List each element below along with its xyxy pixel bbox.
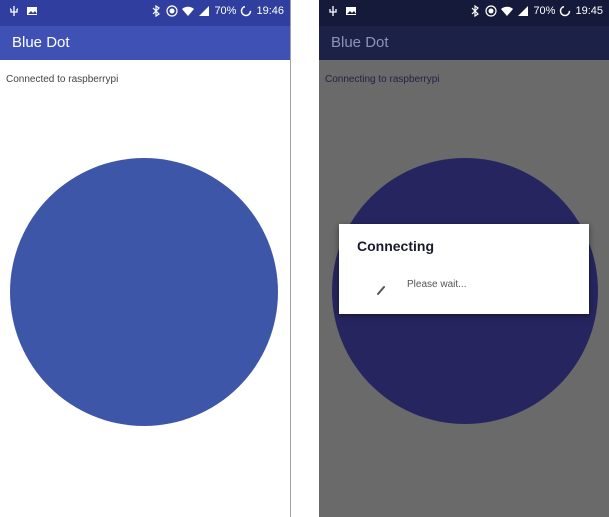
progress-spinner-icon <box>377 286 385 295</box>
battery-charging-icon <box>560 5 571 17</box>
app-title: Blue Dot <box>12 34 70 51</box>
app-title: Blue Dot <box>331 34 389 51</box>
clock: 19:45 <box>575 5 603 17</box>
status-bar: 70% 19:45 <box>319 0 609 26</box>
connection-status: Connecting to raspberrypi <box>325 74 440 85</box>
battery-charging-icon <box>241 5 252 17</box>
app-bar: Blue Dot <box>0 26 290 60</box>
bluetooth-icon <box>472 5 480 17</box>
signal-icon <box>199 6 210 16</box>
battery-percent: 70% <box>214 5 237 17</box>
image-icon <box>27 7 37 15</box>
app-bar: Blue Dot <box>319 26 609 60</box>
blue-dot-button[interactable] <box>10 158 278 426</box>
usb-icon <box>329 6 337 16</box>
status-bar: 70% 19:46 <box>0 0 290 26</box>
record-icon <box>166 5 179 17</box>
dialog-title: Connecting <box>357 238 434 254</box>
wifi-icon <box>182 6 195 16</box>
record-icon <box>485 5 498 17</box>
battery-percent: 70% <box>533 5 556 17</box>
wifi-icon <box>501 6 514 16</box>
image-icon <box>346 7 356 15</box>
connection-status: Connected to raspberrypi <box>6 74 119 85</box>
clock: 19:46 <box>256 5 284 17</box>
signal-icon <box>518 6 529 16</box>
connecting-screen: 70% 19:45 Blue Dot Connecting to raspber… <box>319 0 609 517</box>
bluetooth-icon <box>153 5 161 17</box>
dialog-message: Please wait... <box>407 279 467 290</box>
connected-screen: 70% 19:46 Blue Dot Connected to raspberr… <box>0 0 291 517</box>
connecting-dialog: Connecting Please wait... <box>339 224 589 314</box>
usb-icon <box>10 6 18 16</box>
